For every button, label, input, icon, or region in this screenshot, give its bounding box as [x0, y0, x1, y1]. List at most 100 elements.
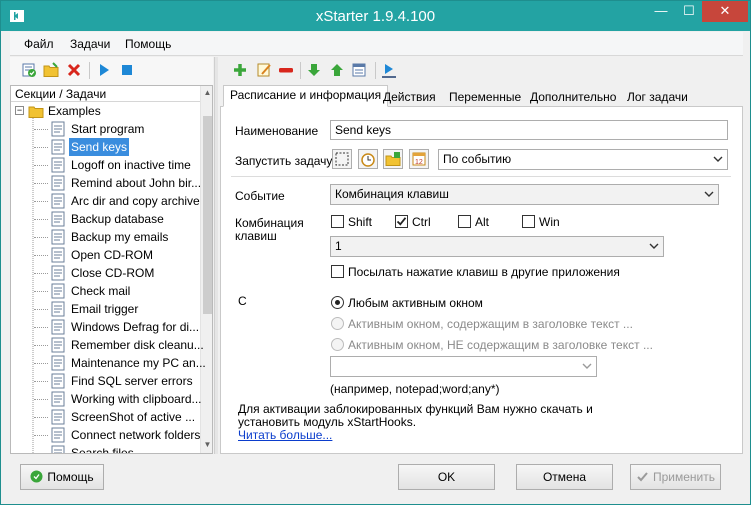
- calendar-button[interactable]: 12: [409, 149, 429, 169]
- tab-task-log[interactable]: Лог задачи: [620, 87, 695, 107]
- tree-connector: [34, 291, 48, 292]
- help-button[interactable]: Помощь: [20, 464, 104, 490]
- move-up-icon[interactable]: [329, 62, 345, 78]
- modifier-checkbox-shift[interactable]: [331, 215, 344, 228]
- task-document-icon: [51, 337, 65, 353]
- tab-variables[interactable]: Переменные: [442, 87, 528, 107]
- tab-schedule-info[interactable]: Расписание и информация: [223, 85, 389, 107]
- menu-file[interactable]: Файл: [24, 37, 54, 51]
- tree-item[interactable]: Email trigger: [51, 300, 199, 318]
- tree-item[interactable]: Remind about John bir...: [51, 174, 201, 192]
- scroll-up-icon[interactable]: ▲: [201, 86, 212, 100]
- tree-item[interactable]: Find SQL server errors: [51, 372, 199, 390]
- tab-advanced[interactable]: Дополнительно: [523, 87, 623, 107]
- modifier-checkbox-ctrl[interactable]: [395, 215, 408, 228]
- stop-icon[interactable]: [119, 62, 135, 78]
- cancel-button[interactable]: Отмена: [516, 464, 613, 490]
- collapse-toggle-icon[interactable]: −: [15, 106, 24, 115]
- schedule-button[interactable]: [358, 149, 378, 169]
- tree-item[interactable]: Check mail: [51, 282, 199, 300]
- edit-icon[interactable]: [256, 62, 272, 78]
- maximize-button[interactable]: ☐: [676, 1, 702, 22]
- menu-tasks[interactable]: Задачи: [70, 37, 110, 51]
- remove-icon[interactable]: [278, 62, 294, 78]
- add-icon[interactable]: [232, 62, 248, 78]
- tree-item-label: Backup my emails: [71, 230, 169, 244]
- panel-splitter[interactable]: [214, 57, 218, 454]
- title-filter-input[interactable]: [330, 356, 597, 377]
- tab-actions[interactable]: Действия: [376, 87, 443, 107]
- tree-item[interactable]: Send keys: [51, 138, 199, 156]
- tree-root-examples[interactable]: − Examples: [15, 102, 195, 120]
- tree-item[interactable]: Backup my emails: [51, 228, 199, 246]
- move-down-icon[interactable]: [306, 62, 322, 78]
- tree-item[interactable]: Windows Defrag for di...: [51, 318, 199, 336]
- tree-item-label: Find SQL server errors: [71, 374, 193, 388]
- tree-item[interactable]: Open CD-ROM: [51, 246, 199, 264]
- menu-help[interactable]: Помощь: [125, 37, 171, 51]
- run-mode-select[interactable]: По событию: [438, 149, 728, 170]
- tree-item-label: Search files: [71, 446, 134, 454]
- tree-item-label: Remember disk cleanu...: [71, 338, 204, 352]
- name-input[interactable]: Send keys: [330, 120, 728, 140]
- ok-button[interactable]: OK: [398, 464, 495, 490]
- run-task-icon[interactable]: [381, 62, 397, 78]
- tree-item[interactable]: Arc dir and copy archive: [51, 192, 200, 210]
- combo-label-line1: Комбинация: [235, 216, 304, 230]
- tree-item[interactable]: Backup database: [51, 210, 199, 228]
- new-section-icon[interactable]: [21, 62, 37, 78]
- manual-start-button[interactable]: [332, 149, 352, 169]
- tree-item[interactable]: Connect network folders: [51, 426, 200, 444]
- event-button[interactable]: [383, 149, 403, 169]
- tree-item[interactable]: Working with clipboard...: [51, 390, 202, 408]
- menu-bar: Файл Задачи Помощь: [10, 32, 743, 56]
- task-properties-icon[interactable]: [351, 62, 367, 78]
- combo-label-line2: клавиш: [235, 229, 277, 243]
- example-hint: (например, notepad;word;any*): [330, 382, 500, 396]
- tree-item-label: Email trigger: [71, 302, 139, 316]
- apply-button[interactable]: Применить: [630, 464, 721, 490]
- run-mode-value: По событию: [443, 152, 512, 166]
- folder-icon[interactable]: [43, 62, 59, 78]
- read-more-link[interactable]: Читать больше...: [238, 428, 332, 442]
- window-filter-radio[interactable]: [331, 317, 344, 330]
- clock-icon: [361, 153, 375, 167]
- tab-content: Наименование Send keys Запустить задачу …: [220, 107, 743, 454]
- send-other-checkbox[interactable]: [331, 265, 344, 278]
- tree-connector: [34, 363, 48, 364]
- task-document-icon: [51, 211, 65, 227]
- tree-item-label: Maintenance my PC an...: [71, 356, 206, 370]
- folder-icon: [28, 106, 44, 118]
- task-tree[interactable]: Секции / Задачи − Examples ▲ ▼ Start pro…: [10, 85, 213, 454]
- tree-item[interactable]: ScreenShot of active ...: [51, 408, 199, 426]
- modifier-checkbox-alt[interactable]: [458, 215, 471, 228]
- close-button[interactable]: ✕: [702, 1, 748, 22]
- scroll-down-icon[interactable]: ▼: [201, 438, 212, 452]
- tree-connector: [34, 201, 48, 202]
- apply-button-label: Применить: [652, 470, 715, 484]
- modifier-label: Alt: [475, 215, 490, 229]
- delete-icon[interactable]: [66, 62, 82, 78]
- modifier-checkbox-win[interactable]: [522, 215, 535, 228]
- task-document-icon: [51, 175, 65, 191]
- run-icon[interactable]: [96, 62, 112, 78]
- help-button-label: Помощь: [47, 470, 94, 484]
- tree-item-label: Logoff on inactive time: [71, 158, 191, 172]
- tree-item[interactable]: Start program: [51, 120, 199, 138]
- window-filter-radio[interactable]: [331, 338, 344, 351]
- tree-connector: [34, 129, 48, 130]
- minimize-button[interactable]: —: [646, 1, 676, 22]
- scroll-thumb[interactable]: [203, 116, 212, 314]
- tree-item[interactable]: Search files: [51, 444, 199, 454]
- key-select[interactable]: 1: [330, 236, 664, 257]
- window-filter-radio[interactable]: [331, 296, 344, 309]
- tree-item[interactable]: Logoff on inactive time: [51, 156, 199, 174]
- tree-item[interactable]: Close CD-ROM: [51, 264, 199, 282]
- event-select[interactable]: Комбинация клавиш: [330, 184, 719, 205]
- task-document-icon: [51, 373, 65, 389]
- tree-connector: [34, 417, 48, 418]
- tree-item[interactable]: Remember disk cleanu...: [51, 336, 204, 354]
- tree-item[interactable]: Maintenance my PC an...: [51, 354, 206, 372]
- tree-connector: [34, 165, 48, 166]
- task-document-icon: [51, 157, 65, 173]
